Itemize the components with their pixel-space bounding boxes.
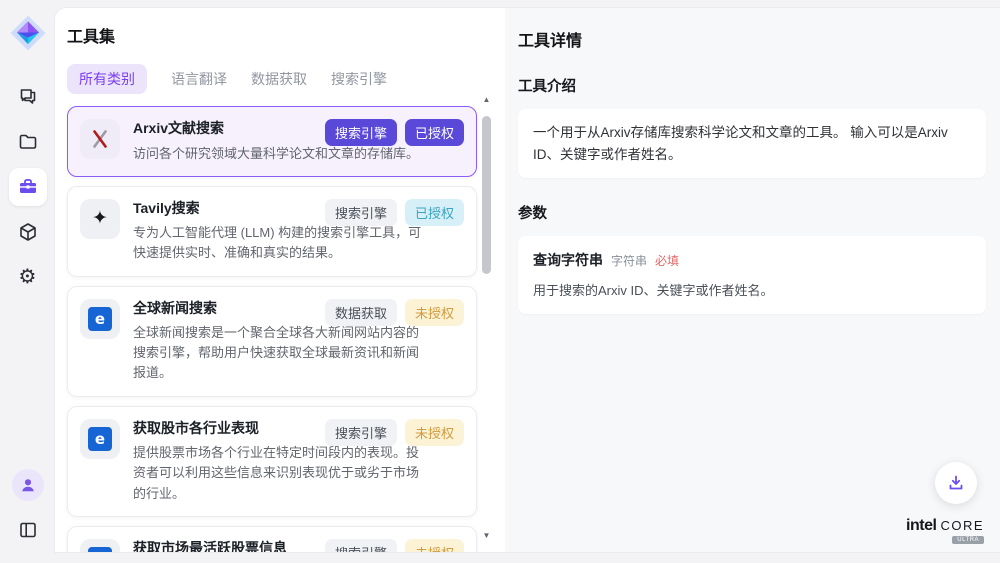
parameter-description: 用于搜索的Arxiv ID、关键字或作者姓名。 <box>533 281 971 302</box>
tool-badges: 搜索引擎 已授权 <box>325 119 464 146</box>
auth-status-badge: 未授权 <box>405 539 464 552</box>
app-root: ⚙ 工具集 所有类别语言翻译数据获取搜索引擎 <box>0 0 1000 563</box>
tab-1[interactable]: 语言翻译 <box>171 64 227 94</box>
intel-core-logo: intel CORE ULTRA <box>906 517 984 544</box>
scrollbar-track[interactable] <box>482 106 491 532</box>
auth-status-badge: 未授权 <box>405 299 464 326</box>
parameter-name: 查询字符串 <box>533 249 603 271</box>
scroll-up-icon[interactable]: ▲ <box>483 96 491 106</box>
auth-status-badge: 未授权 <box>405 419 464 446</box>
brand-core-text: CORE <box>940 518 984 533</box>
category-tabs: 所有类别语言翻译数据获取搜索引擎 <box>67 64 505 94</box>
params-section-label: 参数 <box>518 202 986 223</box>
user-avatar[interactable] <box>12 469 44 501</box>
tool-intro-card: 一个用于从Arxiv存储库搜索科学论文和文章的工具。 输入可以是Arxiv ID… <box>518 109 986 178</box>
category-badge: 搜索引擎 <box>325 539 397 552</box>
tool-badges: 搜索引擎 未授权 <box>325 419 464 446</box>
sparkle-icon: ✦ <box>80 199 120 239</box>
user-avatar-icon <box>19 476 37 494</box>
chat-icon <box>17 86 39 108</box>
sidebar-item-tools[interactable] <box>9 168 47 206</box>
brand-intel-text: intel <box>906 517 936 535</box>
tool-card-2[interactable]: e 全球新闻搜索 全球新闻搜索是一个聚合全球各大新闻网站内容的搜索引擎，帮助用户… <box>67 286 477 397</box>
auth-status-badge: 已授权 <box>405 199 464 226</box>
brand-ultra-badge: ULTRA <box>952 536 984 544</box>
arxiv-x-icon <box>80 119 120 159</box>
tool-description: 专为人工智能代理 (LLM) 构建的搜索引擎工具，可快速提供实时、准确和真实的结… <box>133 223 422 263</box>
download-button[interactable] <box>935 462 977 504</box>
sidebar-item-toggle-panel[interactable] <box>9 511 47 549</box>
parameter-required-badge: 必填 <box>655 252 679 271</box>
tool-card-list: Arxiv文献搜索 访问各个研究领域大量科学论文和文章的存储库。 搜索引擎 已授… <box>67 106 477 552</box>
tool-badges: 搜索引擎 未授权 <box>325 539 464 552</box>
toolbox-icon <box>17 176 39 198</box>
blue-e-icon: e <box>80 299 120 339</box>
app-logo-diamond-icon <box>9 14 47 52</box>
scrollbar-thumb[interactable] <box>482 116 491 274</box>
page-title: 工具集 <box>67 23 505 47</box>
download-icon <box>946 473 966 493</box>
tool-detail-panel: 工具详情 工具介绍 一个用于从Arxiv存储库搜索科学论文和文章的工具。 输入可… <box>505 8 1000 552</box>
parameter-type: 字符串 <box>611 252 647 271</box>
category-badge: 搜索引擎 <box>325 419 397 446</box>
folder-icon <box>17 131 39 153</box>
parameter-card: 查询字符串 字符串 必填 用于搜索的Arxiv ID、关键字或作者姓名。 <box>518 236 986 314</box>
category-badge: 搜索引擎 <box>325 119 397 146</box>
sidebar-item-settings[interactable]: ⚙ <box>9 258 47 296</box>
gear-icon: ⚙ <box>19 267 37 287</box>
tab-0[interactable]: 所有类别 <box>67 64 147 94</box>
main-window: 工具集 所有类别语言翻译数据获取搜索引擎 Arxiv文献搜索 访问各个研究领域大… <box>55 8 1000 552</box>
tool-card-4[interactable]: e 获取市场最活跃股票信息 提供当天交易量最高的股票列表，投资者可以利用这些信息… <box>67 526 477 552</box>
tool-card-0[interactable]: Arxiv文献搜索 访问各个研究领域大量科学论文和文章的存储库。 搜索引擎 已授… <box>67 106 477 177</box>
blue-e-icon: e <box>80 419 120 459</box>
tool-description: 访问各个研究领域大量科学论文和文章的存储库。 <box>133 144 422 164</box>
sidebar-item-chat[interactable] <box>9 78 47 116</box>
category-badge: 数据获取 <box>325 299 397 326</box>
tool-description: 全球新闻搜索是一个聚合全球各大新闻网站内容的搜索引擎，帮助用户快速获取全球最新资… <box>133 323 422 383</box>
blue-e-icon: e <box>80 539 120 552</box>
intro-section-label: 工具介绍 <box>518 75 986 96</box>
tool-badges: 数据获取 未授权 <box>325 299 464 326</box>
cube-icon <box>17 221 39 243</box>
sidebar-item-models[interactable] <box>9 213 47 251</box>
scroll-down-icon[interactable]: ▼ <box>483 532 491 542</box>
auth-status-badge: 已授权 <box>405 119 464 146</box>
icon-rail: ⚙ <box>0 0 55 563</box>
tab-2[interactable]: 数据获取 <box>251 64 307 94</box>
tool-description: 提供股票市场各个行业在特定时间段内的表现。投资者可以利用这些信息来识别表现优于或… <box>133 443 422 503</box>
tool-badges: 搜索引擎 已授权 <box>325 199 464 226</box>
sidebar-item-files[interactable] <box>9 123 47 161</box>
list-scrollbar[interactable]: ▲ ▼ <box>482 96 491 542</box>
tool-card-3[interactable]: e 获取股市各行业表现 提供股票市场各个行业在特定时间段内的表现。投资者可以利用… <box>67 406 477 517</box>
tab-3[interactable]: 搜索引擎 <box>331 64 387 94</box>
tool-card-1[interactable]: ✦ Tavily搜索 专为人工智能代理 (LLM) 构建的搜索引擎工具，可快速提… <box>67 186 477 277</box>
category-badge: 搜索引擎 <box>325 199 397 226</box>
detail-title: 工具详情 <box>518 27 986 51</box>
tool-intro-text: 一个用于从Arxiv存储库搜索科学论文和文章的工具。 输入可以是Arxiv ID… <box>533 125 948 162</box>
split-view-icon <box>18 520 38 540</box>
tool-list-panel: 工具集 所有类别语言翻译数据获取搜索引擎 Arxiv文献搜索 访问各个研究领域大… <box>55 8 505 552</box>
